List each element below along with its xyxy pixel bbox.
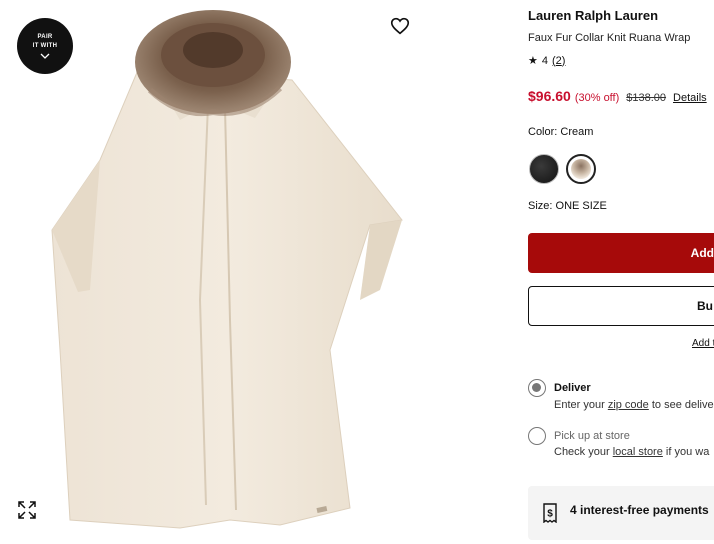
original-price: $138.00 bbox=[626, 92, 667, 104]
pickup-radio[interactable] bbox=[528, 427, 546, 445]
deliver-prefix: Enter your bbox=[554, 399, 608, 411]
discount-percent: (30% off) bbox=[574, 92, 620, 104]
local-store-link[interactable]: local store bbox=[613, 446, 663, 458]
pickup-title: Pick up at store bbox=[554, 430, 630, 442]
review-count-link[interactable]: (2) bbox=[552, 55, 565, 67]
pickup-prefix: Check your bbox=[554, 446, 613, 458]
heart-icon[interactable] bbox=[389, 15, 411, 37]
star-icon: ★ bbox=[528, 55, 538, 67]
pair-label-line1: PAIR bbox=[37, 34, 53, 40]
product-image bbox=[51, 10, 403, 529]
product-rating: ★ 4 (2) bbox=[528, 54, 565, 68]
installments-banner[interactable]: $ 4 interest-free payments bbox=[528, 486, 714, 540]
deliver-title: Deliver bbox=[554, 382, 591, 394]
dollar-receipt-icon: $ bbox=[543, 503, 557, 523]
deliver-subtext: Enter your zip code to see delive bbox=[554, 399, 714, 411]
brand-name[interactable]: Lauren Ralph Lauren bbox=[528, 8, 658, 23]
expand-icon[interactable] bbox=[17, 500, 37, 520]
add-to-bag-button[interactable]: Add bbox=[528, 233, 714, 273]
chevron-down-icon bbox=[40, 53, 50, 59]
svg-text:$: $ bbox=[547, 509, 553, 520]
color-swatch-cream[interactable] bbox=[566, 154, 596, 184]
price-details-link[interactable]: Details bbox=[673, 92, 707, 104]
color-label: Color: Cream bbox=[528, 126, 594, 138]
product-gallery: PAIR IT WITH bbox=[0, 0, 440, 544]
buy-now-button[interactable]: Bu bbox=[528, 286, 714, 326]
product-name: Faux Fur Collar Knit Ruana Wrap bbox=[528, 32, 691, 44]
deliver-radio[interactable] bbox=[528, 379, 546, 397]
review-count: 2 bbox=[555, 54, 562, 67]
pair-it-with-button[interactable]: PAIR IT WITH bbox=[17, 18, 73, 74]
installments-text: 4 interest-free payments bbox=[570, 503, 709, 517]
pickup-suffix: if you wa bbox=[662, 446, 710, 458]
rating-value: 4 bbox=[541, 54, 548, 67]
pickup-subtext: Check your local store if you wa bbox=[554, 446, 709, 458]
deliver-suffix: to see delive bbox=[648, 399, 714, 411]
add-to-list-link[interactable]: Add t bbox=[692, 338, 714, 349]
pair-label-line2: IT WITH bbox=[32, 43, 58, 49]
color-swatch-black[interactable] bbox=[529, 154, 559, 184]
size-label: Size: ONE SIZE bbox=[528, 200, 607, 212]
price-row: $96.60 (30% off) $138.00 Details bbox=[528, 88, 707, 104]
cream-swatch-fill bbox=[571, 159, 591, 179]
zip-code-link[interactable]: zip code bbox=[608, 399, 649, 411]
sale-price: $96.60 bbox=[528, 88, 571, 104]
